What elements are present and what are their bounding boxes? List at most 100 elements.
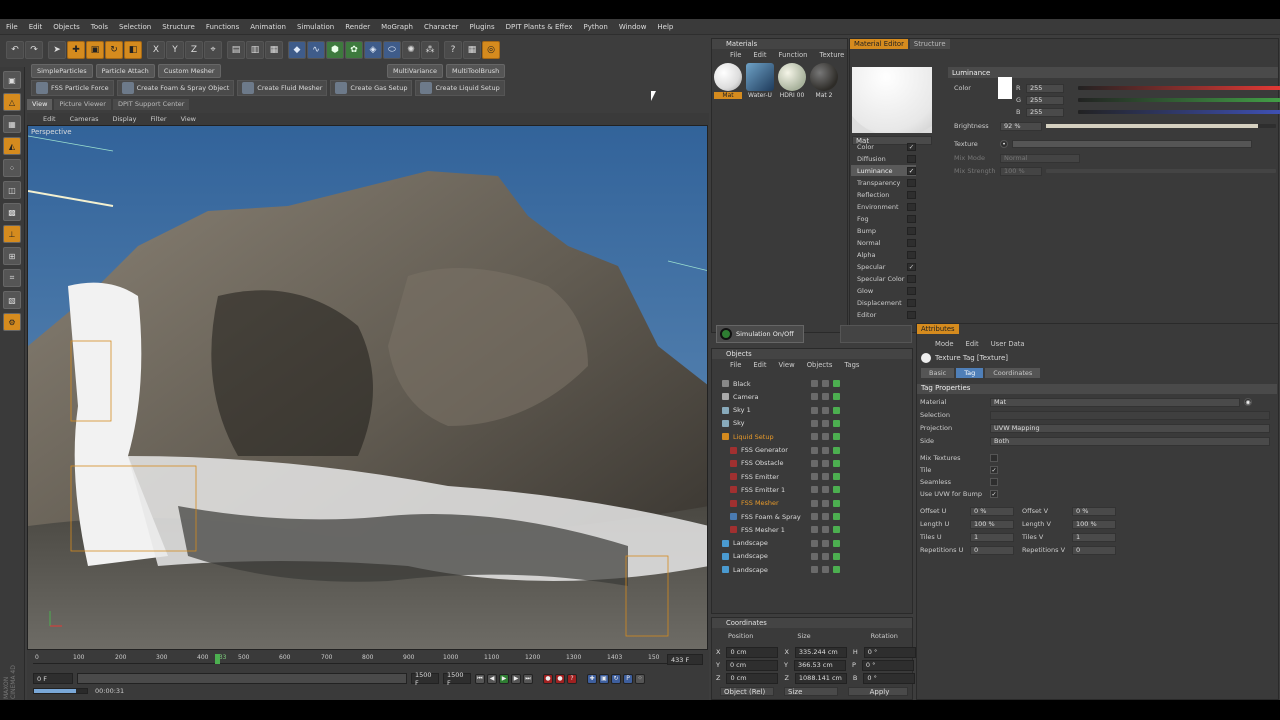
seamless-checkbox[interactable] <box>990 478 998 486</box>
visibility-dot-icon[interactable] <box>811 552 818 560</box>
keyframe-selection-icon[interactable]: ? <box>567 673 577 684</box>
visibility-dot-icon[interactable] <box>811 446 818 454</box>
visibility-dot-icon[interactable] <box>822 459 829 467</box>
attributes-tab[interactable]: Attributes <box>917 324 959 334</box>
enabled-check-icon[interactable] <box>833 419 840 427</box>
visibility-dot-icon[interactable] <box>822 552 829 560</box>
attributes-menu-edit[interactable]: Edit <box>966 340 979 348</box>
material-link-field[interactable]: Mat <box>990 397 1240 407</box>
object-row[interactable]: FSS Mesher <box>716 497 911 510</box>
enabled-check-icon[interactable] <box>833 473 840 481</box>
channel-normal[interactable]: Normal <box>851 237 916 248</box>
texture-mode-icon[interactable]: ▦ <box>3 115 21 133</box>
side-select[interactable]: Both <box>990 436 1270 446</box>
z-axis-icon[interactable]: Z <box>185 41 203 59</box>
visibility-dot-icon[interactable] <box>822 446 829 454</box>
r-slider[interactable] <box>1078 86 1280 90</box>
model-mode-icon[interactable]: △ <box>3 93 21 111</box>
prev-key-icon[interactable]: ◀ <box>487 673 497 684</box>
array-icon[interactable]: ✿ <box>345 41 363 59</box>
tiles-u-field[interactable]: 1 <box>970 532 1014 542</box>
visibility-dot-icon[interactable] <box>811 539 818 547</box>
tab-view[interactable]: View <box>27 99 53 110</box>
channel-luminance[interactable]: Luminance ✓ <box>851 165 916 176</box>
record-icon[interactable]: ● <box>543 673 553 684</box>
enabled-check-icon[interactable] <box>833 552 840 560</box>
axis-mode-icon[interactable]: ⊥ <box>3 225 21 243</box>
enabled-check-icon[interactable] <box>833 433 840 441</box>
object-mode-icon[interactable]: ◭ <box>3 137 21 155</box>
workplane-icon[interactable]: ▧ <box>3 291 21 309</box>
brightness-slider[interactable] <box>1046 124 1276 128</box>
objects-menu-objects[interactable]: Objects <box>807 361 833 369</box>
object-row[interactable]: FSS Mesher 1 <box>716 523 911 536</box>
scale-key-icon[interactable]: ▣ <box>599 673 609 684</box>
material-swatch-water[interactable]: Water-U <box>746 63 774 99</box>
channel-checkbox[interactable] <box>907 178 916 187</box>
x-axis-icon[interactable]: X <box>147 41 165 59</box>
min-frame-field[interactable]: 1500 F <box>411 671 439 687</box>
projection-select[interactable]: UVW Mapping <box>990 423 1270 433</box>
y-axis-icon[interactable]: Y <box>166 41 184 59</box>
simple-particles-button[interactable]: SimpleParticles <box>31 64 93 78</box>
g-slider[interactable] <box>1078 98 1280 102</box>
pos-field[interactable]: 0 cm <box>725 659 778 671</box>
brightness-field[interactable]: 92 % <box>1000 121 1042 131</box>
channel-glow[interactable]: Glow <box>851 285 916 296</box>
channel-reflection[interactable]: Reflection <box>851 189 916 200</box>
go-to-end-icon[interactable]: ⏭ <box>523 673 533 684</box>
visibility-dot-icon[interactable] <box>811 566 818 574</box>
rotation-key-icon[interactable]: ↻ <box>611 673 621 684</box>
polygons-mode-icon[interactable]: ▩ <box>3 203 21 221</box>
rotate-icon[interactable]: ↻ <box>105 41 123 59</box>
live-selection-icon[interactable]: ➤ <box>48 41 66 59</box>
texture-field[interactable] <box>1012 140 1252 148</box>
channel-checkbox[interactable] <box>907 286 916 295</box>
material-swatch-mat[interactable]: Mat <box>714 63 742 99</box>
enabled-check-icon[interactable] <box>833 393 840 401</box>
object-row[interactable]: Landscape <box>716 537 911 550</box>
viewport-menu-edit[interactable]: Edit <box>43 115 56 123</box>
channel-fog[interactable]: Fog <box>851 213 916 224</box>
visibility-dot-icon[interactable] <box>822 433 829 441</box>
b-value-field[interactable]: 255 <box>1026 107 1064 117</box>
move-icon[interactable]: ✚ <box>67 41 85 59</box>
mix-strength-field[interactable]: 100 % <box>1000 166 1042 176</box>
channel-checkbox[interactable] <box>907 154 916 163</box>
menu-file[interactable]: File <box>6 23 18 31</box>
environment-icon[interactable]: ✺ <box>402 41 420 59</box>
enabled-check-icon[interactable] <box>833 406 840 414</box>
playhead[interactable] <box>215 654 220 664</box>
enabled-check-icon[interactable] <box>833 486 840 494</box>
object-row[interactable]: FSS Foam & Spray <box>716 510 911 523</box>
visibility-dot-icon[interactable] <box>811 393 818 401</box>
visibility-dot-icon[interactable] <box>822 566 829 574</box>
objects-menu-edit[interactable]: Edit <box>753 361 766 369</box>
tab-dpit-support[interactable]: DPIT Support Center <box>112 99 190 110</box>
last-tool-icon[interactable]: ◧ <box>124 41 142 59</box>
object-row[interactable]: FSS Emitter 1 <box>716 483 911 496</box>
channel-checkbox[interactable] <box>907 214 916 223</box>
visibility-dot-icon[interactable] <box>811 419 818 427</box>
color-swatch[interactable] <box>998 77 1012 99</box>
object-row[interactable]: Landscape <box>716 563 911 576</box>
menu-selection[interactable]: Selection <box>119 23 151 31</box>
channel-checkbox[interactable]: ✓ <box>907 262 916 271</box>
python-icon[interactable]: ? <box>444 41 462 59</box>
rot-field[interactable]: 0 ° <box>863 646 916 658</box>
channel-checkbox[interactable] <box>907 238 916 247</box>
menu-dpit[interactable]: DPIT Plants & Effex <box>506 23 573 31</box>
channel-checkbox[interactable] <box>907 226 916 235</box>
enabled-check-icon[interactable] <box>833 446 840 454</box>
offset-u-field[interactable]: 0 % <box>970 506 1014 516</box>
visibility-dot-icon[interactable] <box>811 486 818 494</box>
mix-textures-checkbox[interactable] <box>990 454 998 462</box>
menu-objects[interactable]: Objects <box>53 23 79 31</box>
fss-particle-force-button[interactable]: FSS Particle Force <box>31 80 114 96</box>
channel-checkbox[interactable] <box>907 310 916 319</box>
attributes-menu-userdata[interactable]: User Data <box>991 340 1025 348</box>
menu-help[interactable]: Help <box>657 23 673 31</box>
visibility-dot-icon[interactable] <box>822 513 829 520</box>
menu-simulation[interactable]: Simulation <box>297 23 334 31</box>
material-link-options-icon[interactable]: ◉ <box>1244 398 1252 406</box>
